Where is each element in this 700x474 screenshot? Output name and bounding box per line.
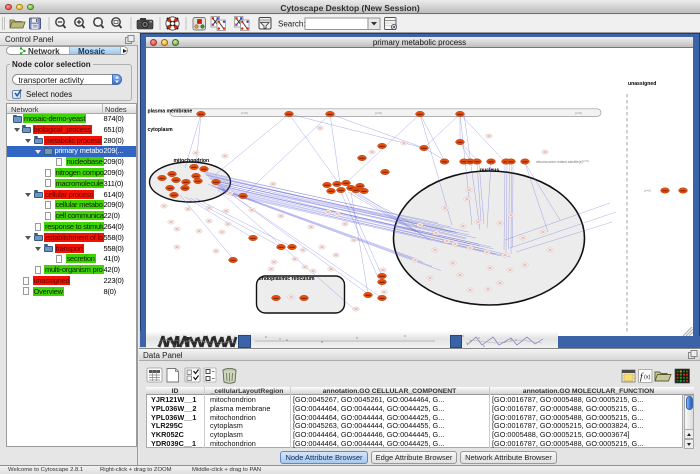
svg-text:mitochondrion-related-satellit: mitochondrion-related-satellite(s)	[536, 160, 582, 164]
svg-text:[c=6]: [c=6]	[241, 111, 248, 115]
svg-text:[c=6]: [c=6]	[575, 111, 582, 115]
svg-text:cytoplasm: cytoplasm	[148, 127, 174, 133]
svg-text:unassigned: unassigned	[628, 81, 656, 87]
svg-text:plasma membrane: plasma membrane	[148, 109, 193, 115]
svg-text:[c=6]: [c=6]	[644, 189, 651, 193]
svg-text:[c=6]: [c=6]	[582, 159, 589, 163]
svg-text:mitochondrion: mitochondrion	[174, 158, 210, 164]
svg-text:[c=6]: [c=6]	[375, 111, 382, 115]
svg-text:Search:: Search:	[278, 20, 306, 29]
svg-text:(x): (x)	[644, 375, 651, 381]
svg-text:nucleus: nucleus	[480, 168, 499, 174]
svg-text:endoplasmic reticulum: endoplasmic reticulum	[259, 276, 315, 282]
